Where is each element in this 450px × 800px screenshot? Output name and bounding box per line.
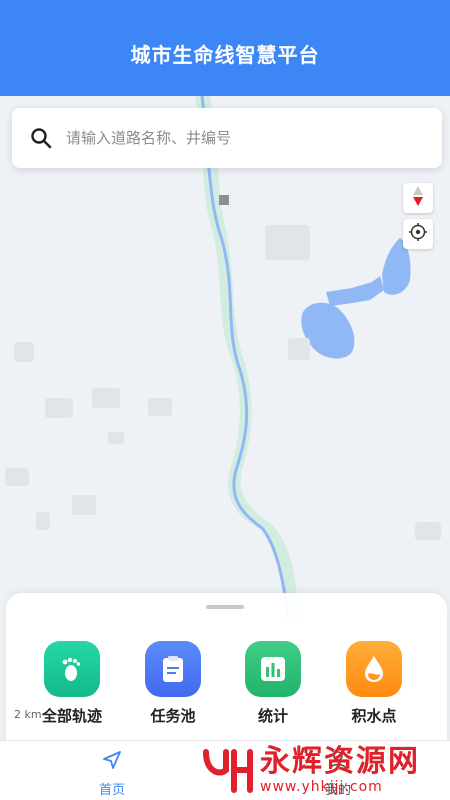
watermark-logo-icon (200, 746, 256, 794)
map-marker-building (219, 195, 229, 205)
action-statistics[interactable]: 统计 (223, 641, 323, 726)
search-input[interactable] (66, 129, 442, 147)
watermark-url: www.yhkjjj.com (260, 779, 383, 795)
site-watermark: 永辉资源网 www.yhkjjj.com (200, 740, 450, 800)
search-bar[interactable] (12, 108, 442, 168)
compass-button[interactable] (403, 183, 433, 213)
footprint-icon (44, 641, 100, 697)
action-label: 任务池 (150, 707, 196, 725)
navigation-arrow-icon (101, 749, 123, 775)
clipboard-icon (145, 641, 201, 697)
compass-icon (410, 185, 426, 211)
bar-chart-icon (245, 641, 301, 697)
search-icon (30, 127, 52, 149)
locate-icon (408, 222, 428, 246)
water-drop-icon (346, 641, 402, 697)
action-label: 统计 (257, 707, 288, 725)
page-title: 城市生命线智慧平台 (130, 42, 320, 67)
drag-handle[interactable] (206, 605, 244, 609)
action-label: 积水点 (351, 707, 397, 725)
watermark-title: 永辉资源网 (260, 744, 420, 779)
bottom-action-panel: 全部轨迹 任务池 统计 积水点 (6, 593, 447, 753)
action-label: 全部轨迹 (41, 707, 102, 725)
app-header: 城市生命线智慧平台 (0, 0, 450, 96)
tab-label: 首页 (98, 783, 125, 798)
locate-button[interactable] (403, 219, 433, 249)
map-scale-label: 2 km (14, 708, 42, 721)
tab-home[interactable]: 首页 (72, 749, 152, 798)
lake-shape (326, 276, 384, 306)
action-waterlogging[interactable]: 积水点 (324, 641, 424, 726)
action-task-pool[interactable]: 任务池 (123, 641, 223, 726)
